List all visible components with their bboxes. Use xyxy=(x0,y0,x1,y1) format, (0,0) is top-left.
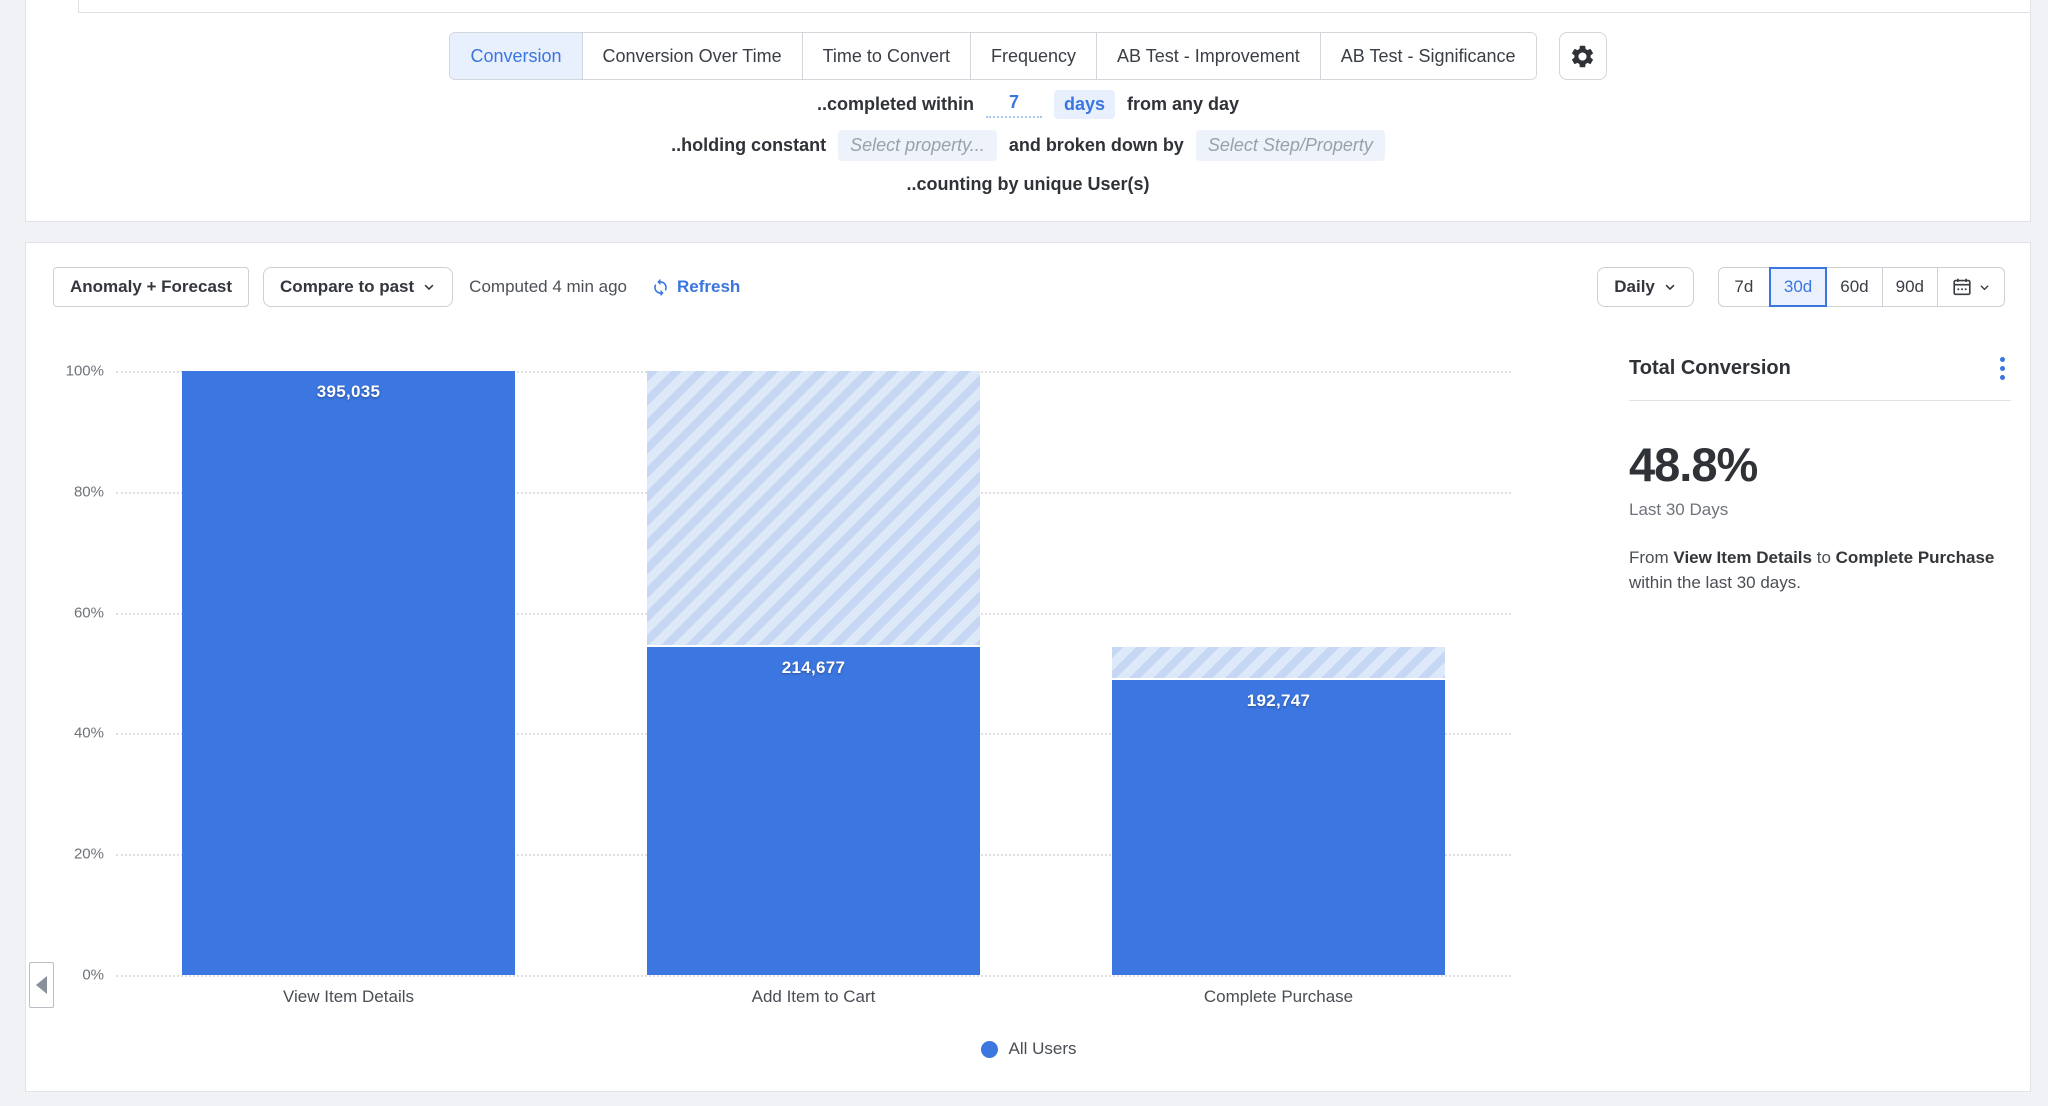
bar-value-label: 395,035 xyxy=(182,382,515,402)
tab-time-to-convert[interactable]: Time to Convert xyxy=(803,33,971,79)
chart-legend: All Users xyxy=(26,1039,2032,1059)
desc-from: From xyxy=(1629,548,1669,567)
settings-button[interactable] xyxy=(1559,32,1607,80)
legend-dot-icon xyxy=(981,1041,998,1058)
holding-constant-label: ..holding constant xyxy=(671,135,826,156)
range-90d[interactable]: 90d xyxy=(1882,267,1938,307)
top-vertical-divider xyxy=(78,0,79,12)
select-step-property-input[interactable]: Select Step/Property xyxy=(1196,130,1385,161)
refresh-button[interactable]: Refresh xyxy=(651,277,740,297)
range-60d[interactable]: 60d xyxy=(1826,267,1882,307)
window-value-input[interactable]: 7 xyxy=(986,92,1042,118)
chart-card: Anomaly + Forecast Compare to past Compu… xyxy=(25,242,2031,1092)
query-card: ConversionConversion Over TimeTime to Co… xyxy=(25,0,2031,222)
computed-ago-text: Computed 4 min ago xyxy=(469,277,627,297)
funnel-chart: 100%80%60%40%20%0%395,035214,677192,747 xyxy=(116,371,1511,975)
kebab-menu-icon[interactable] xyxy=(1994,353,2011,384)
range-30d[interactable]: 30d xyxy=(1769,267,1827,307)
chevron-down-icon xyxy=(1663,280,1677,294)
tab-conversion-over-time[interactable]: Conversion Over Time xyxy=(583,33,803,79)
broken-down-by-label: and broken down by xyxy=(1009,135,1184,156)
date-range-group: 7d30d60d90d xyxy=(1718,267,2005,307)
x-label-add-item-to-cart: Add Item to Cart xyxy=(581,987,1046,1007)
gear-icon xyxy=(1569,43,1596,70)
top-horizontal-divider xyxy=(78,12,2030,13)
bar-value-label: 214,677 xyxy=(647,658,980,678)
y-tick-80: 80% xyxy=(38,483,104,500)
total-conversion-value: 48.8% xyxy=(1629,437,2011,492)
tab-conversion[interactable]: Conversion xyxy=(450,33,582,79)
view-tab-group: ConversionConversion Over TimeTime to Co… xyxy=(449,32,1536,80)
y-tick-20: 20% xyxy=(38,846,104,863)
counting-by-label: ..counting by unique User(s) xyxy=(906,174,1149,195)
bar-hatch-3[interactable] xyxy=(1112,647,1445,681)
funnel-definition-counting: ..counting by unique User(s) xyxy=(26,174,2030,195)
tab-frequency[interactable]: Frequency xyxy=(971,33,1097,79)
compare-to-past-button[interactable]: Compare to past xyxy=(263,267,453,307)
chart-x-axis-labels: View Item DetailsAdd Item to CartComplet… xyxy=(116,987,1511,1007)
refresh-label: Refresh xyxy=(677,277,740,297)
y-tick-60: 60% xyxy=(38,604,104,621)
x-label-complete-purchase: Complete Purchase xyxy=(1046,987,1511,1007)
analytics-page: ConversionConversion Over TimeTime to Co… xyxy=(0,0,2048,1106)
panel-title: Total Conversion xyxy=(1629,357,1791,380)
bar-2[interactable] xyxy=(647,647,980,975)
funnel-definition-window: ..completed within 7 days from any day xyxy=(26,90,2030,119)
y-tick-40: 40% xyxy=(38,725,104,742)
x-label-view-item-details: View Item Details xyxy=(116,987,581,1007)
from-any-day-label: from any day xyxy=(1127,94,1239,115)
chevron-down-icon xyxy=(422,280,436,294)
tab-ab-test-significance[interactable]: AB Test - Significance xyxy=(1321,33,1536,79)
select-property-input[interactable]: Select property... xyxy=(838,130,997,161)
chart-toolbar-right: Daily 7d30d60d90d xyxy=(1597,267,2005,307)
calendar-icon xyxy=(1951,276,1973,298)
desc-rest: within the last 30 days. xyxy=(1629,573,1801,592)
panel-divider xyxy=(1629,400,2011,401)
legend-label[interactable]: All Users xyxy=(1008,1039,1076,1059)
bar-value-label: 192,747 xyxy=(1112,691,1445,711)
y-tick-100: 100% xyxy=(38,363,104,380)
tab-ab-test-improvement[interactable]: AB Test - Improvement xyxy=(1097,33,1321,79)
bar-1[interactable] xyxy=(182,371,515,975)
range-7d[interactable]: 7d xyxy=(1718,267,1770,307)
anomaly-forecast-button[interactable]: Anomaly + Forecast xyxy=(53,267,249,307)
custom-date-range-button[interactable] xyxy=(1937,267,2005,307)
interval-label: Daily xyxy=(1614,277,1655,297)
desc-to: to xyxy=(1817,548,1831,567)
compare-to-past-label: Compare to past xyxy=(280,277,414,297)
bar-hatch-2[interactable] xyxy=(647,371,980,647)
view-tab-row: ConversionConversion Over TimeTime to Co… xyxy=(26,32,2030,80)
panel-header: Total Conversion xyxy=(1629,353,2011,384)
refresh-icon xyxy=(651,278,670,297)
gridline-0 xyxy=(116,975,1511,977)
total-conversion-subtitle: Last 30 Days xyxy=(1629,500,2011,520)
triangle-left-icon xyxy=(36,976,47,994)
chart-toolbar-left: Anomaly + Forecast Compare to past Compu… xyxy=(53,267,740,307)
interval-select-button[interactable]: Daily xyxy=(1597,267,1694,307)
collapse-panel-handle[interactable] xyxy=(29,962,54,1008)
funnel-definition-breakdown: ..holding constant Select property... an… xyxy=(26,130,2030,161)
total-conversion-panel: Total Conversion 48.8% Last 30 Days From… xyxy=(1629,353,2011,595)
total-conversion-description: From View Item Details to Complete Purch… xyxy=(1629,546,2011,595)
desc-step-b: Complete Purchase xyxy=(1836,548,1995,567)
completed-within-label: ..completed within xyxy=(817,94,974,115)
desc-step-a: View Item Details xyxy=(1673,548,1812,567)
bar-3[interactable] xyxy=(1112,680,1445,975)
window-unit-select[interactable]: days xyxy=(1054,90,1115,119)
chevron-down-icon xyxy=(1978,281,1991,294)
